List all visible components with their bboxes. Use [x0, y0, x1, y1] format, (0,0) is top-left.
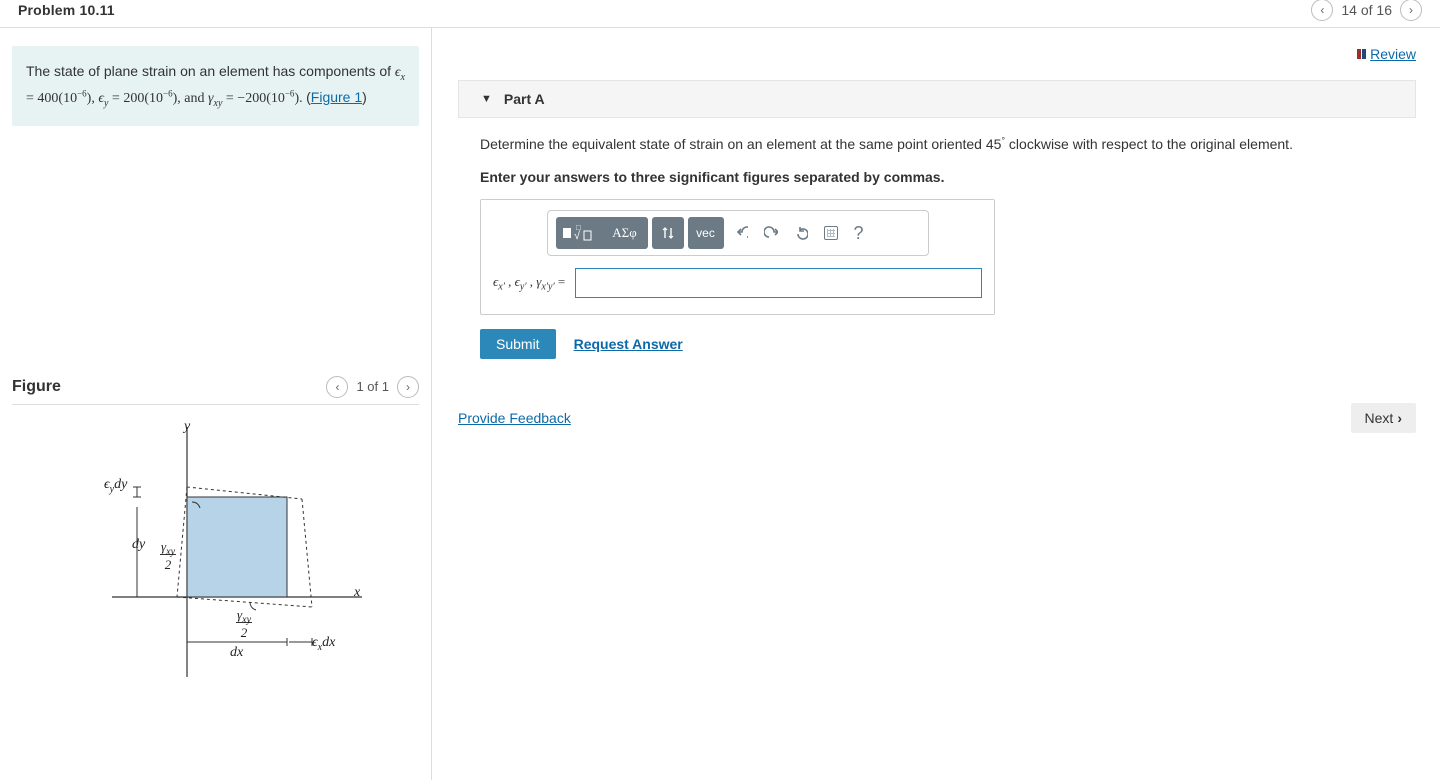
part-a-header[interactable]: ▼ Part A [458, 80, 1416, 118]
figure-prev-button[interactable]: ‹ [326, 376, 348, 398]
keyboard-button[interactable] [818, 217, 844, 249]
problem-statement: The state of plane strain on an element … [12, 46, 419, 126]
axis-x-label: x [354, 585, 360, 601]
next-problem-button[interactable]: › [1400, 0, 1422, 21]
keyboard-icon [824, 226, 838, 240]
dy-label: dy [132, 537, 145, 553]
prev-problem-button[interactable]: ‹ [1311, 0, 1333, 21]
figure-next-button[interactable]: › [397, 376, 419, 398]
problem-title: Problem 10.11 [18, 2, 115, 18]
request-answer-link[interactable]: Request Answer [574, 336, 683, 352]
figure-nav: ‹ 1 of 1 › [326, 376, 419, 398]
templates-button[interactable]: □ √ [556, 217, 602, 249]
answer-variables-label: ϵx′ , ϵy′ , γx′y′ = [493, 274, 565, 293]
gxy2-bot-label: γxy2 [236, 607, 252, 642]
chevron-right-icon: › [1397, 410, 1402, 426]
part-a-title: Part A [504, 91, 545, 107]
eydy-label: ϵydy [104, 477, 127, 495]
help-button[interactable]: ? [848, 223, 870, 244]
redo-button[interactable] [758, 217, 784, 249]
figure-section: Figure ‹ 1 of 1 › [12, 376, 419, 697]
answer-input[interactable] [575, 268, 982, 298]
ey-value: 200(10 [123, 91, 163, 106]
ex-value: 400(10 [37, 91, 77, 106]
subscript-button[interactable] [652, 217, 684, 249]
reset-button[interactable] [788, 217, 814, 249]
svg-text:√: √ [574, 230, 581, 242]
undo-button[interactable] [728, 217, 754, 249]
next-button[interactable]: Next › [1351, 403, 1416, 433]
figure-canvas: y x ϵydy dy γxy2 γxy2 dx ϵxdx [32, 417, 392, 697]
left-column: The state of plane strain on an element … [0, 28, 432, 780]
gxy2-left-label: γxy2 [160, 539, 176, 574]
review-link[interactable]: Review [1357, 46, 1416, 62]
question-prompt: Determine the equivalent state of strain… [480, 134, 1394, 155]
figure-counter: 1 of 1 [356, 379, 389, 394]
provide-feedback-link[interactable]: Provide Feedback [458, 410, 571, 426]
gxy-value: −200(10 [237, 91, 285, 106]
top-header: Problem 10.11 ‹ 14 of 16 › [0, 0, 1440, 28]
problem-intro: The state of plane strain on an element … [26, 63, 391, 79]
vector-button[interactable]: vec [688, 217, 724, 249]
progress-counter: 14 of 16 [1341, 2, 1392, 18]
right-column: Review ▼ Part A Determine the equivalent… [432, 28, 1440, 780]
answer-frame: □ √ ΑΣφ vec [480, 199, 995, 315]
answer-hint: Enter your answers to three significant … [480, 169, 1394, 185]
exdx-label: ϵxdx [312, 635, 335, 653]
ex-exp: −6 [77, 88, 87, 98]
top-nav: ‹ 14 of 16 › [1311, 0, 1422, 21]
gxy-exp: −6 [285, 88, 295, 98]
greek-button[interactable]: ΑΣφ [602, 217, 648, 249]
caret-down-icon: ▼ [481, 93, 492, 105]
figure-link[interactable]: Figure 1 [311, 89, 362, 105]
submit-button[interactable]: Submit [480, 329, 556, 359]
flag-icon [1357, 49, 1366, 59]
figure-title: Figure [12, 378, 61, 396]
question-body: Determine the equivalent state of strain… [458, 134, 1416, 359]
dx-label: dx [230, 645, 243, 661]
ey-exp: −6 [163, 88, 173, 98]
axis-y-label: y [184, 419, 190, 435]
equation-toolbar: □ √ ΑΣφ vec [547, 210, 929, 256]
